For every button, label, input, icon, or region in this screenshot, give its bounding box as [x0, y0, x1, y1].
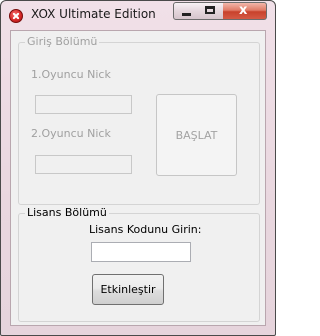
- license-group: Lisans Bölümü Lisans Kodunu Girin: Etkin…: [18, 206, 260, 322]
- license-code-input[interactable]: [91, 242, 191, 262]
- client-area: Giriş Bölümü 1.Oyuncu Nick 2.Oyuncu Nick…: [10, 30, 266, 326]
- player2-nick-input[interactable]: [35, 155, 132, 174]
- close-button[interactable]: x: [223, 2, 267, 20]
- window-title: XOX Ultimate Edition: [31, 7, 156, 21]
- license-prompt: Lisans Kodunu Girin:: [89, 223, 202, 236]
- activate-button[interactable]: Etkinleştir: [92, 274, 164, 305]
- minimize-button[interactable]: [173, 2, 199, 20]
- player1-label: 1.Oyuncu Nick: [31, 68, 111, 81]
- title-bar[interactable]: XOX Ultimate Edition x: [1, 1, 275, 29]
- minimize-icon: [182, 13, 191, 16]
- login-group: Giriş Bölümü 1.Oyuncu Nick 2.Oyuncu Nick…: [18, 35, 260, 205]
- close-icon: x: [239, 3, 248, 18]
- login-group-legend: Giriş Bölümü: [25, 35, 100, 48]
- start-button[interactable]: BAŞLAT: [156, 94, 237, 176]
- maximize-icon: [205, 6, 215, 14]
- app-window: XOX Ultimate Edition x Giriş Bölümü 1.Oy…: [0, 0, 276, 336]
- player2-label: 2.Oyuncu Nick: [31, 127, 111, 140]
- player1-nick-input[interactable]: [35, 95, 132, 114]
- license-group-legend: Lisans Bölümü: [25, 206, 109, 219]
- maximize-button[interactable]: [198, 2, 224, 20]
- app-icon: [9, 9, 23, 23]
